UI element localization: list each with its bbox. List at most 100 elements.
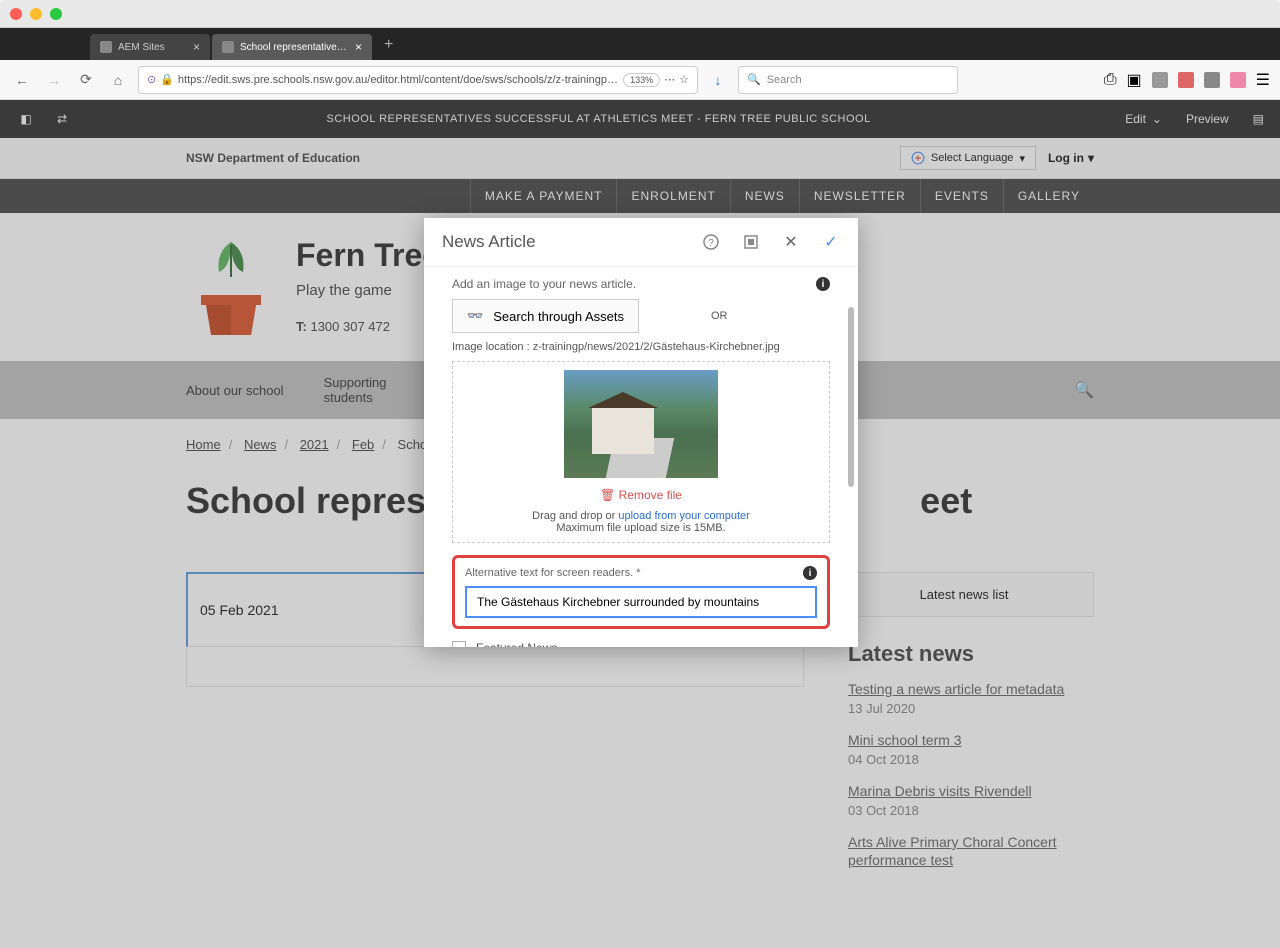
forward-button[interactable]: →: [42, 68, 66, 92]
back-button[interactable]: ←: [10, 68, 34, 92]
dialog-body: Add an image to your news article. i 👓 S…: [424, 267, 858, 647]
nav-news[interactable]: NEWS: [730, 179, 799, 213]
lock-icon: 🔒: [160, 73, 174, 86]
search-icon[interactable]: 🔍: [1074, 380, 1094, 400]
library-icon[interactable]: ⎙: [1104, 71, 1117, 89]
extension-icon[interactable]: [1204, 72, 1220, 88]
bc-year[interactable]: 2021: [300, 437, 329, 452]
home-button[interactable]: ⌂: [106, 68, 130, 92]
latest-news-header: Latest news list: [834, 572, 1094, 617]
news-date: 13 Jul 2020: [848, 701, 1080, 716]
extension-icon[interactable]: [1230, 72, 1246, 88]
binoculars-icon: 👓: [467, 308, 483, 324]
image-preview: [564, 370, 718, 478]
trash-icon: 🗑: [600, 488, 615, 502]
news-article-dialog: News Article ? ✕ ✓ Add an image to your …: [424, 218, 858, 647]
leaf-icon: [201, 237, 261, 287]
login-link[interactable]: Log in ▾: [1048, 151, 1094, 165]
news-link[interactable]: Testing a news article for metadata: [848, 681, 1064, 697]
bc-news[interactable]: News: [244, 437, 277, 452]
language-label: Select Language: [931, 152, 1014, 164]
close-icon[interactable]: ✕: [782, 233, 800, 251]
new-tab-button[interactable]: +: [374, 30, 403, 60]
menu-icon[interactable]: ☰: [1256, 70, 1270, 90]
extension-icon[interactable]: [1152, 72, 1168, 88]
bc-month[interactable]: Feb: [352, 437, 374, 452]
pot-icon: [196, 287, 266, 337]
top-utility-strip: NSW Department of Education Select Langu…: [0, 138, 1280, 179]
svg-text:?: ?: [708, 238, 714, 249]
sidebar: Latest news list Latest news Testing a n…: [834, 572, 1094, 888]
star-icon[interactable]: ☆: [679, 73, 689, 86]
close-window-button[interactable]: [10, 8, 22, 20]
info-icon[interactable]: i: [803, 566, 817, 580]
empty-component-slot[interactable]: [186, 647, 804, 687]
sidebar-icon[interactable]: ▣: [1127, 70, 1142, 90]
add-image-label: Add an image to your news article. i: [452, 277, 830, 291]
bc-home[interactable]: Home: [186, 437, 221, 452]
adjust-icon[interactable]: ⇄: [52, 109, 72, 129]
help-icon[interactable]: ?: [702, 233, 720, 251]
news-item: Mini school term 3 04 Oct 2018: [834, 732, 1094, 783]
preview-button[interactable]: Preview: [1186, 112, 1229, 126]
url-bar[interactable]: ⊙ 🔒 https://edit.sws.pre.schools.nsw.gov…: [138, 66, 698, 94]
confirm-icon[interactable]: ✓: [822, 233, 840, 251]
dialog-title: News Article: [442, 232, 702, 252]
tab-favicon: [100, 41, 112, 53]
edit-mode-dropdown[interactable]: Edit ⌄: [1125, 112, 1162, 126]
aem-toolbar: ◧ ⇄ SCHOOL REPRESENTATIVES SUCCESSFUL AT…: [0, 100, 1280, 138]
news-item: Testing a news article for metadata 13 J…: [834, 681, 1094, 732]
nav-gallery[interactable]: GALLERY: [1003, 179, 1094, 213]
reader-icon[interactable]: ⋯: [664, 73, 675, 86]
featured-checkbox[interactable]: [452, 641, 466, 647]
fullscreen-icon[interactable]: [742, 233, 760, 251]
latest-news-title: Latest news: [834, 641, 1094, 667]
news-item: Marina Debris visits Rivendell 03 Oct 20…: [834, 783, 1094, 834]
nav-make-payment[interactable]: MAKE A PAYMENT: [470, 179, 617, 213]
news-item: Arts Alive Primary Choral Concert perfor…: [834, 834, 1094, 888]
maximize-window-button[interactable]: [50, 8, 62, 20]
tab-close-icon[interactable]: ×: [193, 40, 200, 54]
featured-news-row: Featured News: [452, 641, 830, 647]
news-link[interactable]: Marina Debris visits Rivendell: [848, 783, 1032, 799]
minimize-window-button[interactable]: [30, 8, 42, 20]
chevron-down-icon: ▾: [1019, 152, 1025, 165]
search-assets-button[interactable]: 👓 Search through Assets: [452, 299, 639, 333]
news-date: 04 Oct 2018: [848, 752, 1080, 767]
remove-file-link[interactable]: 🗑 Remove file: [461, 488, 821, 502]
nav-newsletter[interactable]: NEWSLETTER: [799, 179, 920, 213]
browser-search[interactable]: 🔍 Search: [738, 66, 958, 94]
url-text: https://edit.sws.pre.schools.nsw.gov.au/…: [178, 74, 619, 86]
google-icon: [911, 151, 925, 165]
zoom-badge[interactable]: 133%: [623, 73, 660, 87]
edit-label: Edit: [1125, 112, 1146, 126]
alt-text-label: Alternative text for screen readers. *: [465, 567, 640, 579]
tab-current-page[interactable]: School representatives success… ×: [212, 34, 372, 60]
page-properties-icon[interactable]: ▤: [1253, 112, 1264, 126]
alt-text-input[interactable]: [465, 586, 817, 618]
browser-tabs: AEM Sites × School representatives succe…: [0, 28, 1280, 60]
language-selector[interactable]: Select Language ▾: [900, 146, 1036, 170]
nav-enrolment[interactable]: ENROLMENT: [616, 179, 729, 213]
nav-supporting[interactable]: Supporting students: [324, 375, 387, 405]
browser-navbar: ← → ⟳ ⌂ ⊙ 🔒 https://edit.sws.pre.schools…: [0, 60, 1280, 100]
featured-label: Featured News: [476, 641, 557, 647]
news-link[interactable]: Arts Alive Primary Choral Concert perfor…: [848, 834, 1057, 868]
shield-icon: ⊙: [147, 73, 156, 86]
download-icon[interactable]: ↓: [706, 68, 730, 92]
reload-button[interactable]: ⟳: [74, 68, 98, 92]
max-size-label: Maximum file upload size is 15MB.: [461, 522, 821, 534]
mac-titlebar: [0, 0, 1280, 28]
nav-about[interactable]: About our school: [186, 383, 284, 398]
dialog-scrollbar-thumb[interactable]: [848, 307, 854, 487]
info-icon[interactable]: i: [816, 277, 830, 291]
image-dropzone[interactable]: 🗑 Remove file Drag and drop or upload fr…: [452, 361, 830, 543]
upload-link[interactable]: upload from your computer: [618, 510, 749, 522]
search-placeholder: Search: [767, 74, 802, 86]
panel-toggle-icon[interactable]: ◧: [16, 109, 36, 129]
news-link[interactable]: Mini school term 3: [848, 732, 962, 748]
extension-icon[interactable]: [1178, 72, 1194, 88]
nav-events[interactable]: EVENTS: [920, 179, 1003, 213]
tab-close-icon[interactable]: ×: [355, 40, 362, 54]
tab-aem-sites[interactable]: AEM Sites ×: [90, 34, 210, 60]
